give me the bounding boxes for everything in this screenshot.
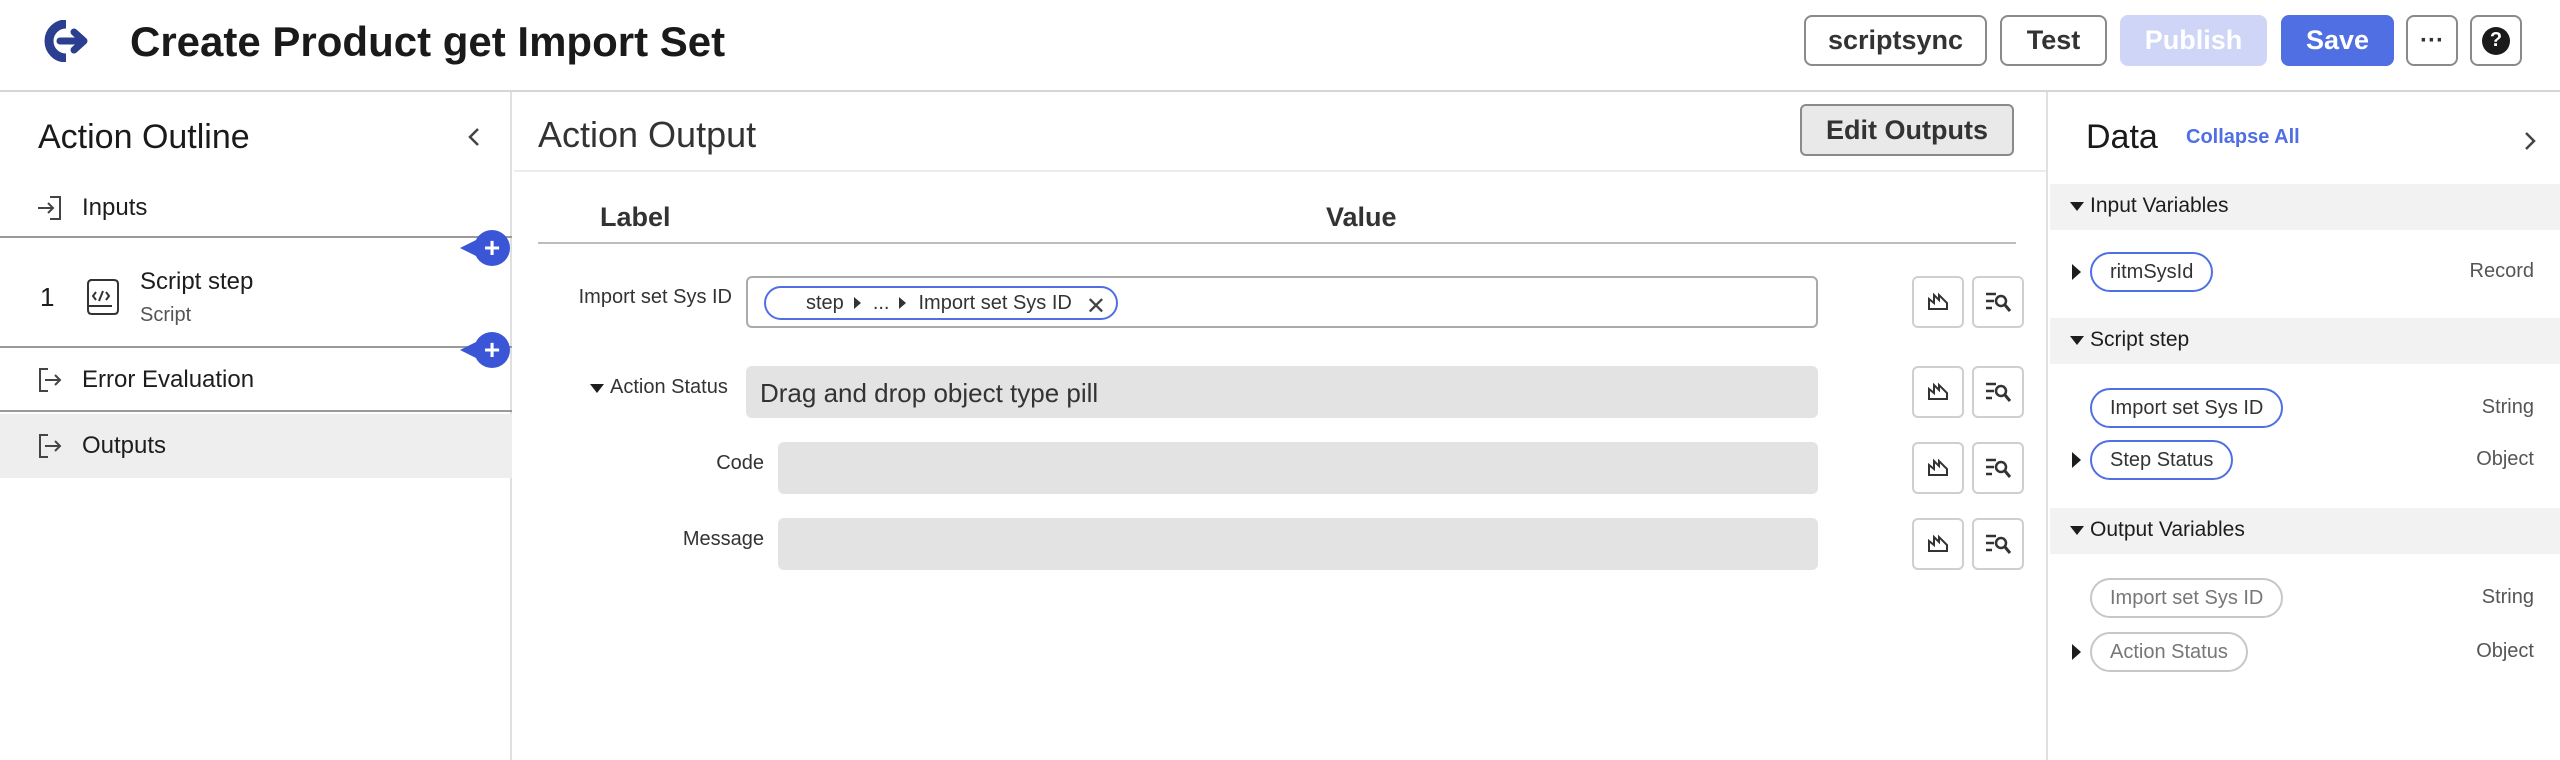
- add-step-button[interactable]: +: [460, 332, 510, 368]
- data-picker-button[interactable]: [1972, 366, 2024, 418]
- pill-label: Import set Sys ID: [918, 291, 1072, 314]
- expand-caret-icon[interactable]: [2072, 644, 2081, 660]
- script-toggle-icon: [1928, 534, 1948, 552]
- data-title: Data: [2086, 118, 2158, 156]
- variable-row[interactable]: Import set Sys ID String: [2048, 576, 2560, 622]
- outline-item-script-step[interactable]: 1 Script step Script: [0, 250, 512, 348]
- data-pill[interactable]: step ... Import set Sys ID ✕: [764, 286, 1118, 320]
- output-title: Action Output: [538, 114, 757, 155]
- logo-icon[interactable]: [38, 20, 90, 62]
- variable-row[interactable]: ritmSysId Record: [2048, 250, 2560, 296]
- variable-type: String: [2481, 586, 2534, 608]
- expand-caret-icon[interactable]: [2072, 264, 2081, 280]
- outline-item-label: Error Evaluation: [82, 366, 255, 393]
- outline-title: Action Outline: [38, 118, 250, 156]
- variable-row[interactable]: Step Status Object: [2048, 438, 2560, 484]
- variable-pill[interactable]: ritmSysId: [2090, 252, 2214, 292]
- data-picker-icon: [1986, 534, 2012, 554]
- field-label: Action Status: [610, 376, 728, 398]
- divider: [514, 170, 2046, 172]
- column-header-value: Value: [1326, 202, 1397, 232]
- column-header-label: Label: [600, 202, 671, 232]
- script-toggle-icon: [1928, 292, 1948, 310]
- collapse-caret-icon: [2070, 526, 2084, 535]
- section-input-variables[interactable]: Input Variables: [2050, 184, 2560, 230]
- edit-outputs-button[interactable]: Edit Outputs: [1800, 104, 2014, 156]
- variable-type: Object: [2476, 640, 2534, 662]
- collapse-all-link[interactable]: Collapse All: [2186, 126, 2300, 149]
- script-toggle-button[interactable]: [1912, 276, 1964, 328]
- chevron-left-icon[interactable]: [462, 122, 486, 152]
- step-number: 1: [40, 282, 55, 312]
- page-title: Create Product get Import Set: [130, 18, 726, 65]
- more-options-button[interactable]: ···: [2406, 15, 2458, 66]
- pill-ellipsis: ...: [872, 291, 890, 314]
- outline-item-label: Inputs: [82, 194, 148, 221]
- data-picker-icon: [1986, 458, 2012, 478]
- action-status-field[interactable]: Drag and drop object type pill: [746, 366, 1818, 418]
- data-picker-icon: [1986, 382, 2012, 402]
- outline-item-label: Outputs: [82, 432, 167, 459]
- publish-button[interactable]: Publish: [2120, 15, 2267, 66]
- action-output-panel: Action Output Edit Outputs Label Value I…: [514, 92, 2046, 760]
- section-title: Script step: [2090, 328, 2190, 351]
- variable-type: Record: [2469, 260, 2534, 282]
- expand-caret-icon[interactable]: [2072, 452, 2081, 468]
- test-button[interactable]: Test: [2000, 15, 2107, 66]
- divider: [538, 242, 2016, 244]
- outline-item-label: Script step: [140, 268, 254, 295]
- variable-type: Object: [2476, 448, 2534, 470]
- expand-caret-icon[interactable]: [590, 384, 604, 393]
- script-toggle-icon: [1928, 382, 1948, 400]
- script-toggle-button[interactable]: [1912, 518, 1964, 570]
- section-script-step[interactable]: Script step: [2050, 318, 2560, 364]
- variable-row[interactable]: Action Status Object: [2048, 630, 2560, 676]
- field-label: Code: [716, 452, 764, 474]
- data-picker-icon: [1986, 292, 2012, 312]
- scriptsync-button[interactable]: scriptsync: [1804, 15, 1987, 66]
- data-panel: Data Collapse All Input Variables ritmSy…: [2046, 92, 2560, 760]
- variable-row[interactable]: Import set Sys ID String: [2048, 386, 2560, 432]
- code-field[interactable]: [778, 442, 1818, 494]
- script-toggle-button[interactable]: [1912, 442, 1964, 494]
- input-icon: [38, 196, 61, 220]
- section-output-variables[interactable]: Output Variables: [2050, 508, 2560, 554]
- section-title: Output Variables: [2090, 518, 2245, 541]
- help-icon: ?: [2482, 26, 2510, 55]
- variable-pill[interactable]: Import set Sys ID: [2090, 578, 2284, 618]
- collapse-caret-icon: [2070, 336, 2084, 345]
- import-set-sys-id-field[interactable]: step ... Import set Sys ID ✕: [746, 276, 1818, 328]
- script-toggle-icon: [1928, 458, 1948, 476]
- variable-pill[interactable]: Action Status: [2090, 632, 2248, 672]
- variable-pill[interactable]: Import set Sys ID: [2090, 388, 2284, 428]
- exit-icon: [39, 368, 62, 392]
- script-icon: [87, 279, 119, 315]
- chevron-right-icon: [899, 297, 907, 309]
- chevron-right-icon: [853, 297, 861, 309]
- outline-item-outputs[interactable]: Outputs: [0, 414, 512, 478]
- field-label: Import set Sys ID: [578, 286, 732, 308]
- collapse-caret-icon: [2070, 202, 2084, 211]
- chevron-right-icon[interactable]: [2518, 126, 2542, 156]
- data-picker-button[interactable]: [1972, 518, 2024, 570]
- variable-type: String: [2481, 396, 2534, 418]
- outline-item-inputs[interactable]: Inputs: [0, 180, 512, 238]
- help-button[interactable]: ?: [2470, 15, 2522, 66]
- script-toggle-button[interactable]: [1912, 366, 1964, 418]
- outline-item-sublabel: Script: [140, 304, 192, 326]
- exit-icon: [39, 434, 62, 458]
- section-title: Input Variables: [2090, 194, 2229, 217]
- variable-pill[interactable]: Step Status: [2090, 440, 2234, 480]
- add-step-button[interactable]: +: [460, 230, 510, 266]
- pill-step: step: [806, 291, 844, 314]
- remove-pill-icon[interactable]: ✕: [1086, 292, 1106, 321]
- outline-item-error-evaluation[interactable]: Error Evaluation: [0, 350, 512, 412]
- app-header: Create Product get Import Set scriptsync…: [0, 0, 2560, 92]
- action-outline-panel: Action Outline Inputs 1 Script step Scri…: [0, 92, 512, 760]
- data-picker-button[interactable]: [1972, 442, 2024, 494]
- field-label: Message: [682, 528, 764, 550]
- data-picker-button[interactable]: [1972, 276, 2024, 328]
- message-field[interactable]: [778, 518, 1818, 570]
- save-button[interactable]: Save: [2281, 15, 2394, 66]
